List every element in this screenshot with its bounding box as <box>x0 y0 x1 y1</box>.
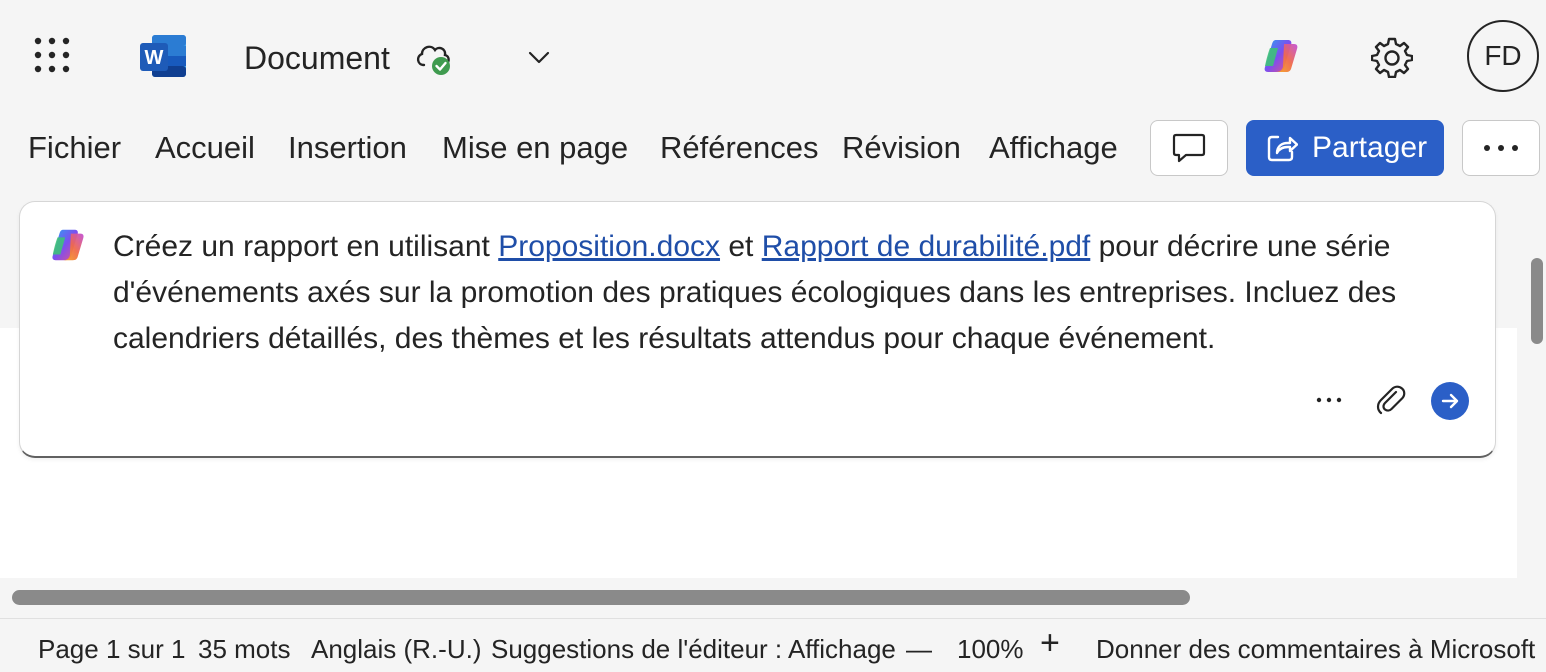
attach-icon[interactable] <box>1374 383 1408 417</box>
tab-revision[interactable]: Révision <box>842 128 961 168</box>
tab-insertion[interactable]: Insertion <box>288 128 407 168</box>
tab-accueil[interactable]: Accueil <box>155 128 255 168</box>
prompt-text[interactable]: Créez un rapport en utilisant Propositio… <box>113 224 1473 362</box>
share-label: Partager <box>1312 131 1428 164</box>
document-title[interactable]: Document <box>244 38 390 78</box>
prompt-text-part: Créez un rapport en utilisant <box>113 230 499 263</box>
copilot-icon[interactable] <box>1260 36 1302 76</box>
file-link-rapport-durabilite[interactable]: Rapport de durabilité.pdf <box>762 230 1091 263</box>
feedback-link[interactable]: Donner des commentaires à Microsoft <box>1096 633 1535 665</box>
tab-fichier[interactable]: Fichier <box>28 128 121 168</box>
prompt-more-icon[interactable] <box>1312 388 1346 412</box>
gear-icon[interactable] <box>1371 36 1413 78</box>
status-language[interactable]: Anglais (R.-U.) <box>311 633 481 665</box>
title-bar: W Document FD <box>0 0 1546 112</box>
share-button[interactable]: Partager <box>1246 120 1444 176</box>
status-bar: Page 1 sur 1 35 mots Anglais (R.-U.) Sug… <box>0 618 1546 672</box>
zoom-level[interactable]: 100% <box>957 633 1024 665</box>
zoom-in-button[interactable]: + <box>1040 626 1060 660</box>
horizontal-scrollbar-thumb[interactable] <box>12 590 1190 605</box>
chevron-down-icon[interactable] <box>526 46 552 68</box>
prompt-text-part: et <box>720 230 762 263</box>
svg-text:W: W <box>145 47 164 69</box>
comment-icon <box>1172 133 1206 163</box>
vertical-scrollbar-thumb[interactable] <box>1531 258 1543 344</box>
word-logo-icon: W <box>140 35 186 77</box>
share-icon <box>1267 135 1298 162</box>
zoom-out-button[interactable]: — <box>906 633 932 665</box>
app-launcher-icon[interactable] <box>34 37 70 73</box>
send-button[interactable] <box>1431 382 1469 420</box>
more-options-button[interactable] <box>1462 120 1540 176</box>
tab-mise-en-page[interactable]: Mise en page <box>442 128 628 168</box>
copilot-icon <box>52 229 84 261</box>
user-avatar[interactable]: FD <box>1467 20 1539 92</box>
copilot-prompt-card: Créez un rapport en utilisant Propositio… <box>19 201 1496 458</box>
status-word-count[interactable]: 35 mots <box>198 633 291 665</box>
file-link-proposition[interactable]: Proposition.docx <box>498 230 720 263</box>
cloud-saved-icon <box>416 45 450 75</box>
status-editor-suggestions[interactable]: Suggestions de l'éditeur : Affichage <box>491 633 896 665</box>
comments-button[interactable] <box>1150 120 1228 176</box>
tab-references[interactable]: Références <box>660 128 819 168</box>
tab-affichage[interactable]: Affichage <box>989 128 1118 168</box>
vertical-scrollbar[interactable] <box>1527 200 1546 580</box>
send-arrow-icon <box>1441 393 1459 409</box>
status-page-count: Page 1 sur 1 <box>38 634 186 664</box>
more-icon <box>1484 145 1518 151</box>
